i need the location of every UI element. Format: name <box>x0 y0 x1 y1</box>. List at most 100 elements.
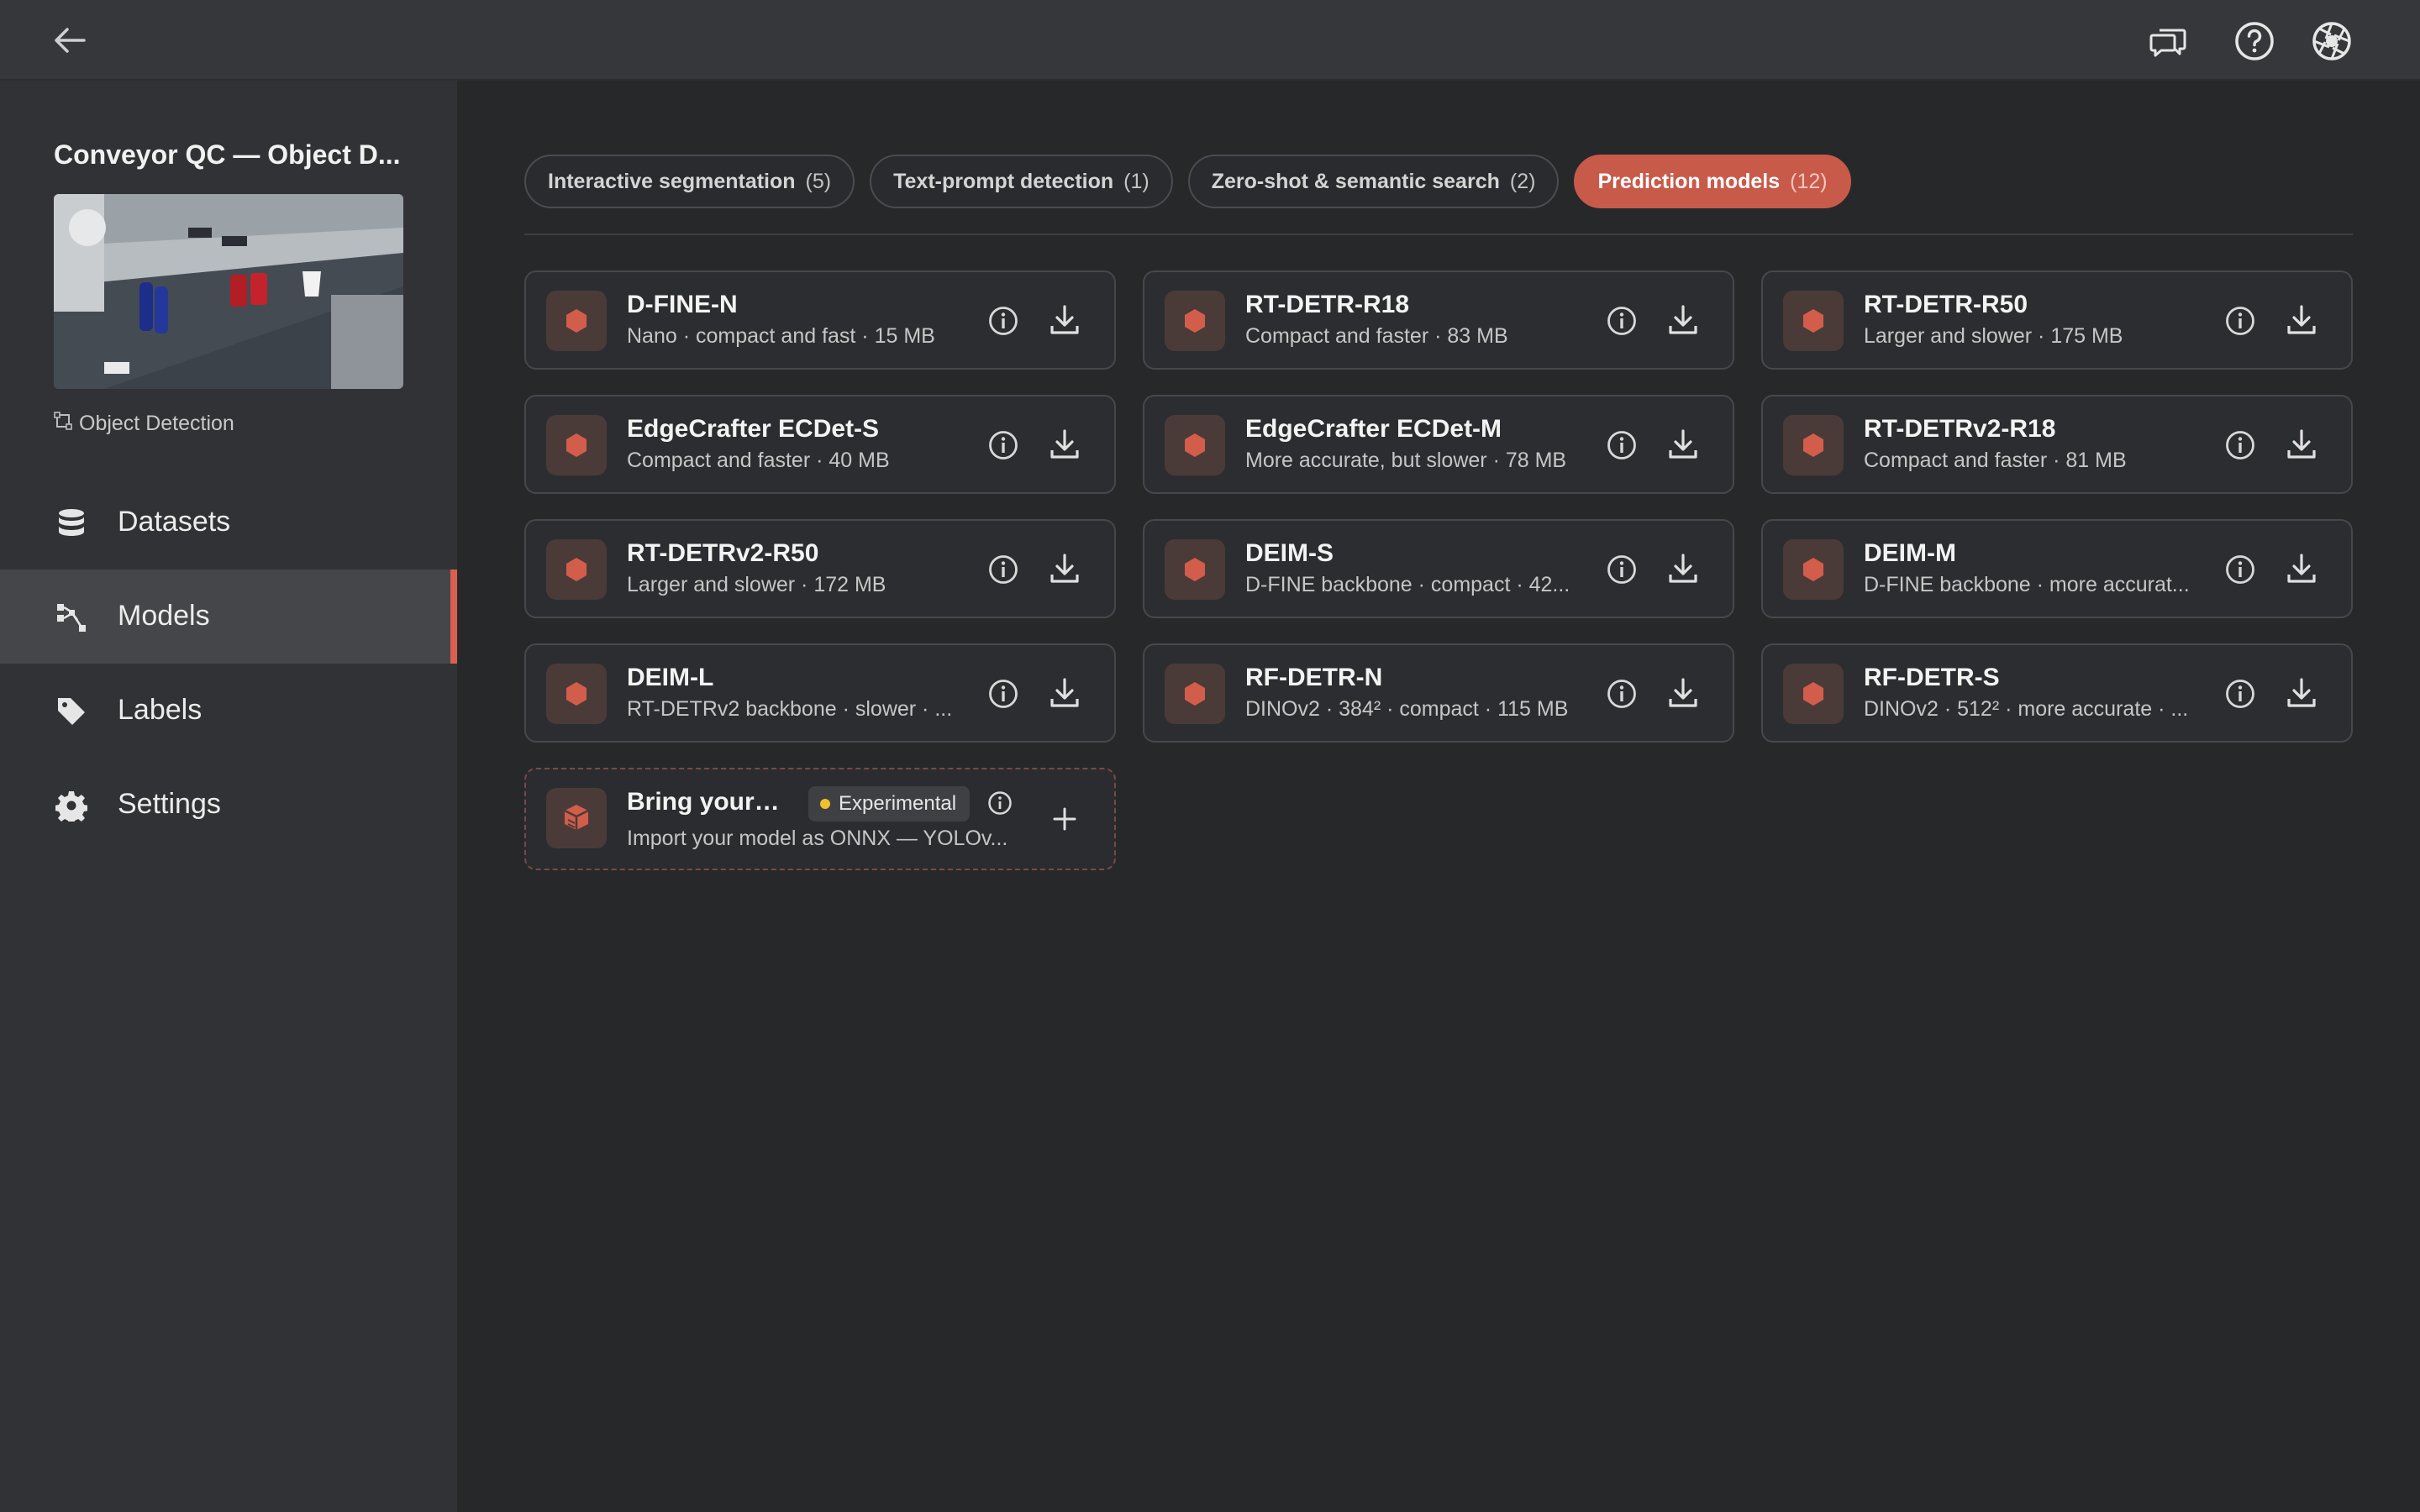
model-card[interactable]: EdgeCrafter ECDet-M More accurate, but sl… <box>1143 395 1734 494</box>
download-icon[interactable] <box>1047 551 1082 586</box>
download-icon[interactable] <box>1047 675 1082 711</box>
model-hexagon-icon <box>1783 539 1844 600</box>
info-icon[interactable] <box>1605 553 1639 586</box>
tab-text-prompt-detection[interactable]: Text-prompt detection (1) <box>870 155 1173 208</box>
model-description: More accurate, but slower · 78 MB <box>1245 449 1567 472</box>
model-name: EdgeCrafter ECDet-S <box>627 415 880 443</box>
model-hexagon-icon <box>546 415 607 475</box>
tab-count: (2) <box>1509 169 1536 193</box>
info-icon[interactable] <box>2223 304 2257 338</box>
info-icon[interactable] <box>1605 304 1639 338</box>
help-icon[interactable] <box>2233 20 2275 62</box>
model-description: Larger and slower · 172 MB <box>627 573 886 596</box>
model-card[interactable]: RT-DETRv2-R18 Compact and faster · 81 MB <box>1761 395 2353 494</box>
download-icon[interactable] <box>2284 302 2319 338</box>
sidebar-item-label: Datasets <box>118 506 231 538</box>
model-card[interactable]: RT-DETR-R50 Larger and slower · 175 MB <box>1761 270 2353 370</box>
download-icon[interactable] <box>1665 427 1701 462</box>
tab-interactive-segmentation[interactable]: Interactive segmentation (5) <box>524 155 855 208</box>
tab-count: (5) <box>805 169 832 193</box>
tab-label: Prediction models <box>1597 169 1781 193</box>
download-icon[interactable] <box>1665 302 1701 338</box>
download-icon[interactable] <box>2284 427 2319 462</box>
download-icon[interactable] <box>1665 551 1701 586</box>
info-icon[interactable] <box>2223 428 2257 462</box>
tab-prediction-models[interactable]: Prediction models (12) <box>1574 155 1851 208</box>
model-card[interactable]: RT-DETRv2-R50 Larger and slower · 172 MB <box>524 519 1116 618</box>
sidebar-item-settings[interactable]: Settings <box>0 758 457 852</box>
model-card[interactable]: DEIM-S D-FINE backbone · compact · 42... <box>1143 519 1734 618</box>
model-name: RT-DETRv2-R18 <box>1864 415 2056 443</box>
model-card[interactable]: D-FINE-N Nano · compact and fast · 15 MB <box>524 270 1116 370</box>
download-icon[interactable] <box>2284 551 2319 586</box>
back-arrow-icon[interactable] <box>50 22 89 59</box>
model-description: D-FINE backbone · more accurat... <box>1864 573 2190 596</box>
model-hexagon-icon <box>546 291 607 351</box>
info-icon[interactable] <box>1605 428 1639 462</box>
sidebar-item-label: Labels <box>118 694 203 726</box>
model-card[interactable]: EdgeCrafter ECDet-S Compact and faster · … <box>524 395 1116 494</box>
model-name: RF-DETR-N <box>1245 664 1383 691</box>
info-icon[interactable] <box>986 677 1020 711</box>
project-title: Conveyor QC — Object D... <box>54 139 401 170</box>
info-icon[interactable] <box>986 428 1020 462</box>
import-model-icon <box>546 788 607 848</box>
tabs-divider <box>524 234 2353 235</box>
model-description: D-FINE backbone · compact · 42... <box>1245 573 1570 596</box>
model-card[interactable]: RF-DETR-S DINOv2 · 512² · more accurate ·… <box>1761 643 2353 743</box>
info-icon[interactable] <box>986 553 1020 586</box>
sidebar: Conveyor QC — Object D... Object Detecti… <box>0 81 457 1512</box>
info-icon[interactable] <box>986 790 1013 816</box>
sidebar-item-models[interactable]: Models <box>0 570 457 664</box>
sidebar-item-labels[interactable]: Labels <box>0 664 457 758</box>
bring-your-own-model-card[interactable]: Bring your o... Experimental Import your… <box>524 768 1116 870</box>
status-dot <box>820 799 830 809</box>
model-hexagon-icon <box>1165 415 1225 475</box>
download-icon[interactable] <box>1047 302 1082 338</box>
model-description: Compact and faster · 40 MB <box>627 449 890 472</box>
model-name: EdgeCrafter ECDet-M <box>1245 415 1502 443</box>
info-icon[interactable] <box>1605 677 1639 711</box>
info-icon[interactable] <box>2223 553 2257 586</box>
model-card[interactable]: DEIM-L RT-DETRv2 backbone · slower · ... <box>524 643 1116 743</box>
project-type: Object Detection <box>54 410 234 437</box>
sidebar-item-label: Settings <box>118 788 221 820</box>
download-icon[interactable] <box>1047 427 1082 462</box>
download-icon[interactable] <box>1665 675 1701 711</box>
model-name: RT-DETR-R18 <box>1245 291 1410 318</box>
info-icon[interactable] <box>986 304 1020 338</box>
model-category-tabs: Interactive segmentation (5) Text-prompt… <box>524 155 1851 208</box>
model-hexagon-icon <box>546 539 607 600</box>
tab-label: Interactive segmentation <box>548 169 796 193</box>
aperture-icon[interactable] <box>2311 20 2353 62</box>
sidebar-item-datasets[interactable]: Datasets <box>0 475 457 570</box>
model-card[interactable]: RT-DETR-R18 Compact and faster · 83 MB <box>1143 270 1734 370</box>
model-card[interactable]: RF-DETR-N DINOv2 · 384² · compact · 115 M… <box>1143 643 1734 743</box>
chat-bubbles-icon[interactable] <box>2148 20 2190 62</box>
model-hexagon-icon <box>1165 539 1225 600</box>
tab-zero-shot-semantic-search[interactable]: Zero-shot & semantic search (2) <box>1187 155 1560 208</box>
gear-icon <box>55 790 88 825</box>
model-description: Larger and slower · 175 MB <box>1864 324 2123 348</box>
experimental-badge: Experimental <box>808 786 971 822</box>
model-graph-icon <box>55 601 87 633</box>
model-name: DEIM-S <box>1245 539 1334 567</box>
model-hexagon-icon <box>1165 664 1225 724</box>
database-icon <box>55 507 87 539</box>
model-hexagon-icon <box>1783 664 1844 724</box>
sidebar-item-label: Models <box>118 600 210 632</box>
project-thumbnail[interactable] <box>54 194 403 389</box>
model-name: RT-DETR-R50 <box>1864 291 2028 318</box>
download-icon[interactable] <box>2284 675 2319 711</box>
tab-count: (1) <box>1123 169 1150 193</box>
model-description: Nano · compact and fast · 15 MB <box>627 324 935 348</box>
model-name: RT-DETRv2-R50 <box>627 539 819 567</box>
bounding-box-icon <box>54 411 72 436</box>
add-model-button[interactable] <box>1047 801 1082 837</box>
model-description: RT-DETRv2 backbone · slower · ... <box>627 697 953 721</box>
project-type-label: Object Detection <box>79 411 234 435</box>
info-icon[interactable] <box>2223 677 2257 711</box>
model-hexagon-icon <box>1783 415 1844 475</box>
model-card[interactable]: DEIM-M D-FINE backbone · more accurat... <box>1761 519 2353 618</box>
model-name: RF-DETR-S <box>1864 664 2000 691</box>
